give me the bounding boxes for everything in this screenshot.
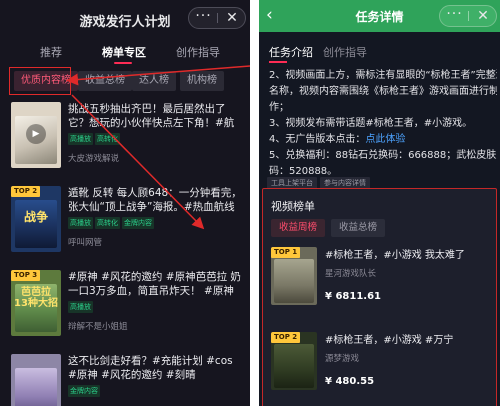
video-author: 源梦游戏 (325, 354, 360, 364)
video-title: #标枪王者，#小游戏 #万宁 (325, 335, 454, 346)
tag: 金牌内容 (68, 385, 100, 397)
panel-divider (250, 0, 259, 406)
left-panel-ranking: 游戏发行人计划 ··· ✕ 推荐 榜单专区 创作指导 优质内容榜 收益总榜 达人… (0, 0, 250, 406)
more-icon[interactable]: ··· (189, 8, 218, 28)
description-line: 3、视频发布需带话题#标枪王者，#小游戏。 (269, 118, 473, 129)
description-line: 5、兑换福利：88钻石兑换码：666888；武松皮肤兑换 (269, 150, 497, 161)
tag: 金牌内容 (122, 217, 154, 229)
thumbnail-image (274, 259, 314, 303)
video-income: ¥ 480.55 (325, 376, 375, 387)
play-icon: ▶ (26, 124, 46, 144)
info-chips: 工具上架平台 参与内容详情 (267, 170, 373, 189)
close-icon[interactable]: ✕ (218, 8, 246, 28)
board-title: 视频榜单 (271, 200, 315, 213)
left-header: 游戏发行人计划 ··· ✕ (0, 0, 250, 40)
rank-badge: TOP 2 (271, 332, 301, 343)
video-thumbnail: TOP 2 (271, 332, 317, 390)
highlight-box (9, 67, 71, 95)
tab-recommend[interactable]: 推荐 (40, 44, 62, 60)
task-description: 2、视频画面上方，需标注有显眼的“标枪王者”完整游戏 名称，视频内容需围绕《标枪… (269, 68, 497, 180)
tab-creation-guide[interactable]: 创作指导 (323, 44, 367, 60)
item-tags: 高播放 高转化 金牌内容 (68, 217, 156, 229)
tag: 高播放 (68, 217, 93, 229)
video-author: 星河游戏队长 (325, 269, 377, 279)
tab-ranking-zone[interactable]: 榜单专区 (102, 44, 146, 60)
tag: 高播放 (68, 133, 93, 145)
thumbnail-image (15, 200, 57, 248)
item-author: 大皮游戏解说 (68, 154, 120, 164)
rank-badge: TOP 3 (11, 270, 41, 281)
try-link[interactable]: 点此体验 (365, 134, 405, 145)
close-icon[interactable]: ✕ (469, 6, 497, 26)
rank-badge: TOP 2 (11, 186, 41, 197)
item-title: #原神 #风花的邀约 #原神芭芭拉 奶一口3万多血，简直吊炸天！ #原神攻略 感… (68, 271, 241, 297)
tab-total-income[interactable]: 收益总榜 (331, 219, 386, 237)
description-text: 4、无广告版本点击： (269, 134, 366, 145)
video-income: ¥ 6811.61 (325, 291, 381, 302)
item-author: 呼叫网管 (68, 238, 103, 248)
tab-task-intro[interactable]: 任务介绍 (269, 44, 313, 60)
chip-creators[interactable]: 达人榜 (132, 71, 176, 91)
thumbnail-caption: 芭芭拉 13种大招 (14, 287, 58, 309)
right-panel-task-detail: ‹ 任务详情 ··· ✕ 任务介绍 创作指导 2、视频画面上方，需标注有显眼的“… (259, 0, 500, 406)
video-ranking-board: 视频榜单 收益周榜 收益总榜 TOP 1 #标枪王者，#小游戏 我太难了 星河游… (262, 188, 497, 406)
miniapp-capsule: ··· ✕ (439, 5, 497, 27)
tag: 高转化 (95, 217, 120, 229)
item-title: 挑战五秒抽出齐巴！最后居然出了它？想玩的小伙伴快点左下角！#航海王热血... (68, 103, 235, 129)
thumbnail-image (15, 368, 57, 406)
active-tab-indicator (114, 62, 132, 64)
thumbnail-caption: 战争 (23, 210, 48, 224)
video-thumbnail: 芭芭拉 13种大招 TOP 3 (11, 270, 61, 336)
description-line: 作； (269, 102, 289, 113)
tab-weekly-income[interactable]: 收益周榜 (271, 219, 326, 237)
rank-badge: TOP 1 (271, 247, 301, 258)
description-line: 名称，视频内容需围绕《标枪王者》游戏画面进行制 (269, 86, 497, 97)
video-thumbnail: TOP 1 (271, 247, 317, 305)
item-title: 遁靴 反转 每人顾648：一分钟看完，张大仙“顶上战争”海报。#热血航线鹰眼上线… (68, 187, 242, 213)
tag: 高播放 (68, 301, 93, 313)
tag: 高转化 (95, 133, 120, 145)
video-thumbnail (11, 354, 61, 406)
thumbnail-image (274, 344, 314, 388)
chip-income-total[interactable]: 收益总榜 (78, 71, 132, 91)
item-title: 这不比剑走好看？#充能计划 #cos #原神 #风花的邀约 #刻晴 (68, 355, 233, 381)
right-header: ‹ 任务详情 ··· ✕ (259, 0, 500, 32)
chip-agencies[interactable]: 机构榜 (180, 71, 224, 91)
video-title: #标枪王者，#小游戏 我太难了 (325, 250, 465, 261)
description-line: 4、无广告版本点击：点此体验 (269, 132, 497, 148)
item-tags: 高播放 (68, 301, 95, 313)
video-thumbnail: ▶ (11, 102, 61, 168)
item-tags: 高播放 高转化 (68, 133, 122, 145)
item-author: 辩解不是小姐姐 (68, 322, 128, 332)
miniapp-capsule: ··· ✕ (188, 7, 246, 29)
description-line: 2、视频画面上方，需标注有显眼的“标枪王者”完整游戏 (269, 70, 497, 81)
active-tab-indicator (269, 61, 287, 63)
item-tags: 金牌内容 (68, 385, 102, 397)
tab-creation-guide[interactable]: 创作指导 (176, 44, 220, 60)
more-icon[interactable]: ··· (440, 6, 469, 26)
video-thumbnail: 战争 TOP 2 (11, 186, 61, 252)
top-tabs: 推荐 榜单专区 创作指导 (0, 44, 250, 64)
